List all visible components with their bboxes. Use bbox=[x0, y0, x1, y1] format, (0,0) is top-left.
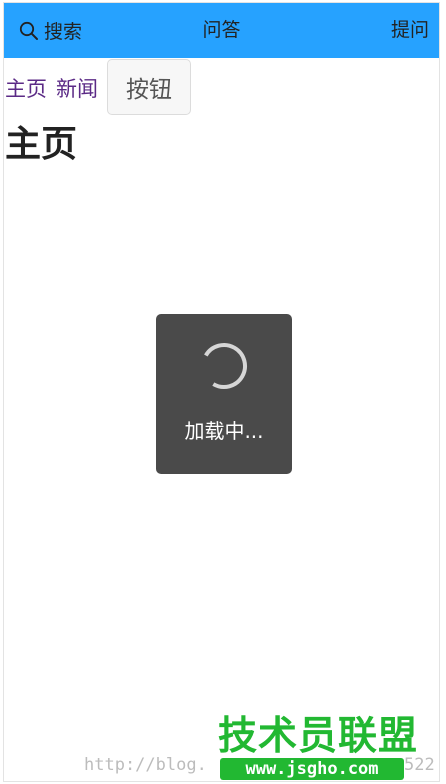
nav-row: 主页 新闻 按钮 bbox=[4, 58, 439, 118]
nav-link-news[interactable]: 新闻 bbox=[56, 58, 98, 118]
watermark-url-tail: 522 bbox=[404, 755, 435, 775]
search-label: 搜索 bbox=[44, 21, 83, 43]
loading-toast: 加载中... bbox=[156, 314, 292, 474]
watermark-url: http://blog. bbox=[84, 754, 207, 776]
loading-text: 加载中... bbox=[184, 419, 264, 443]
header-bar: 搜索 问答 提问 bbox=[4, 3, 439, 58]
watermark-logo: 技术员联盟 bbox=[218, 714, 419, 759]
watermark-url-start: http://blog. bbox=[84, 755, 207, 775]
search-icon bbox=[18, 20, 40, 42]
watermark-site: www.jsgho.com bbox=[220, 758, 404, 780]
search-button[interactable]: 搜索 bbox=[18, 3, 82, 58]
phone-viewport: 搜索 问答 提问 主页 新闻 按钮 主页 加载中... bbox=[3, 2, 440, 782]
action-button[interactable]: 按钮 bbox=[107, 59, 191, 115]
page-title: 主页 bbox=[5, 124, 78, 165]
spinner-icon bbox=[201, 343, 247, 389]
nav-link-home[interactable]: 主页 bbox=[5, 58, 47, 118]
ask-button[interactable]: 提问 bbox=[391, 3, 429, 58]
